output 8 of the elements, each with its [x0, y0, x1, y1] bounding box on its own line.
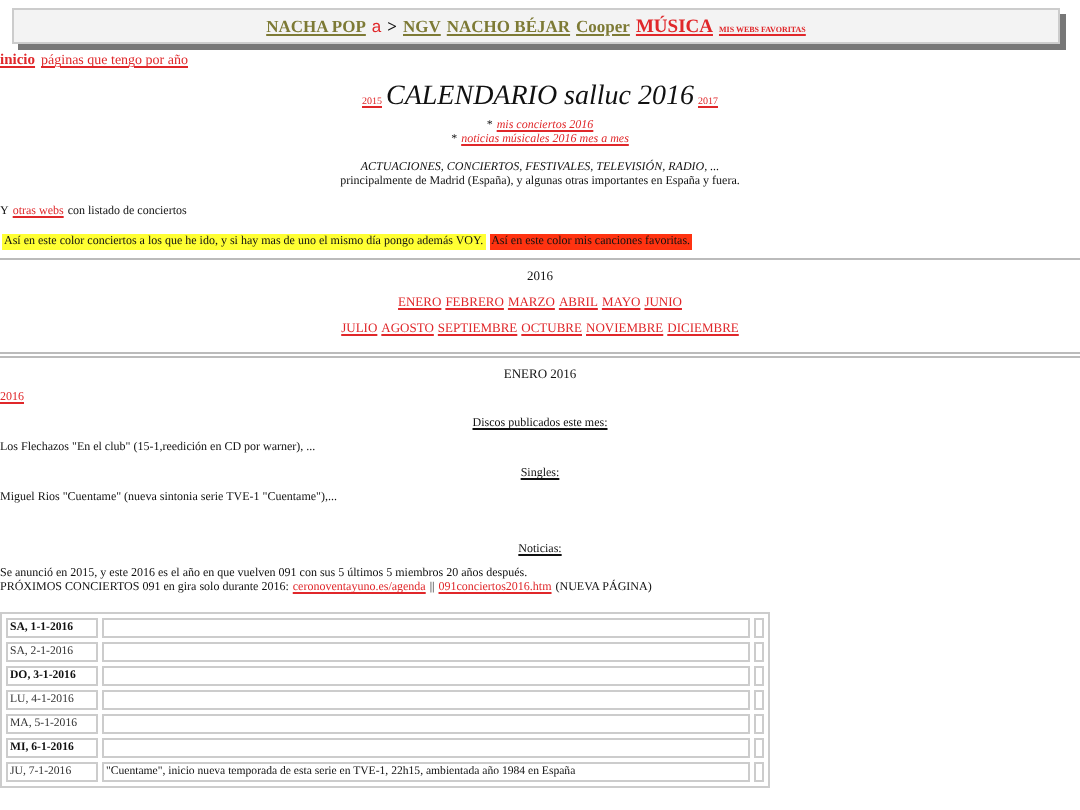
nav-link[interactable]: NACHO BÉJAR: [446, 16, 571, 36]
nav-link[interactable]: NGV: [403, 16, 441, 36]
nav-link[interactable]: MÚSICA: [635, 18, 713, 38]
nav-link[interactable]: Cooper: [576, 16, 630, 36]
nav-separator: >: [387, 16, 397, 36]
page-title: CALENDARIO salluc 2016: [386, 82, 694, 114]
nav-link[interactable]: NACHA POP: [266, 16, 366, 36]
logo-text: a: [371, 16, 382, 36]
